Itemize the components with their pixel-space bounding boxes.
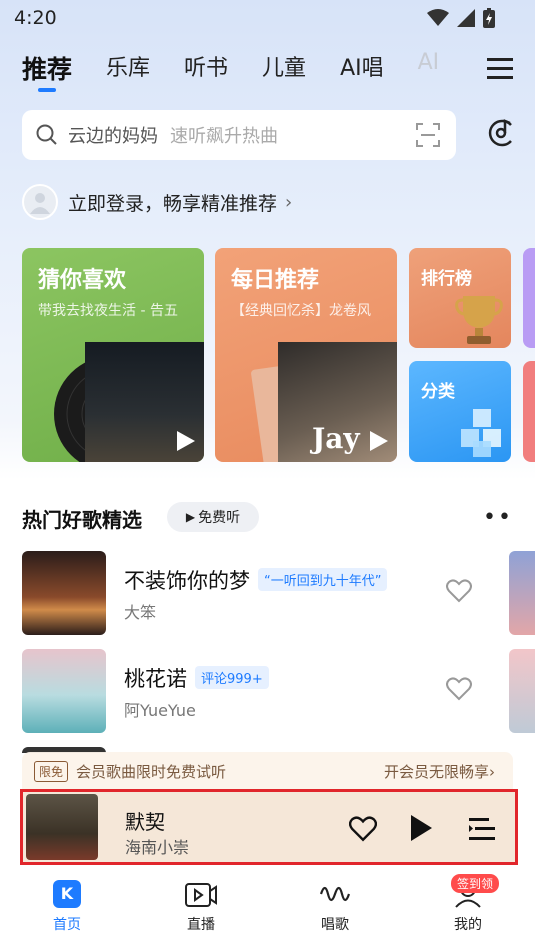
player-song-title: 默契 [125,810,165,834]
trophy-icon [455,296,503,344]
nav-sing[interactable]: 唱歌 [300,878,370,934]
vip-promo-bar[interactable]: 限免 会员歌曲限时免费试听 开会员无限畅享› [22,752,513,790]
heart-icon[interactable] [349,816,377,842]
song-recognition-icon[interactable] [487,118,515,148]
song-tag: 评论999+ [195,666,269,689]
section-title: 热门好歌精选 [22,508,142,532]
card-charts[interactable]: 排行榜 [409,248,511,348]
play-icon[interactable] [370,431,388,451]
tab-ai-more[interactable]: AI [418,50,440,75]
vip-promo-text: 会员歌曲限时免费试听 [76,762,227,781]
play-icon[interactable] [409,814,433,842]
soundwave-icon [300,878,370,910]
card-title: 排行榜 [421,269,472,289]
card-title: 分类 [421,382,455,402]
nav-label: 我的 [454,917,482,933]
song-artist: 大笨 [124,603,157,622]
nav-mine[interactable]: 我的 签到领 [433,874,503,934]
search-hint: 速听飙升热曲 [170,126,278,147]
nav-label: 直播 [187,917,215,933]
nav-live[interactable]: 直播 [166,878,236,934]
playlist-icon[interactable] [469,816,495,842]
card-title: 猜你喜欢 [38,268,127,293]
card-guess-you-like[interactable]: 猜你喜欢 带我去找夜生活 - 告五 [22,248,204,462]
card-subtitle: 【经典回忆杀】龙卷风 [231,303,371,319]
list-item-next-cover[interactable] [509,551,535,635]
song-artist: 阿YueYue [124,701,196,720]
tab-recommend[interactable]: 推荐 [22,50,72,92]
list-item-next-cover[interactable] [509,649,535,733]
list-item[interactable]: 桃花诺 评论999+ 阿YueYue [22,649,492,733]
nav-label: 首页 [53,917,81,933]
album-cover-text: Jay [312,422,360,455]
tab-library[interactable]: 乐库 [106,50,150,82]
more-options-icon[interactable]: •• [483,505,513,530]
heart-icon[interactable] [446,579,472,603]
status-icons [427,8,495,28]
tab-audiobooks[interactable]: 听书 [184,50,228,82]
status-bar: 4:20 [0,0,535,36]
card-more-1[interactable] [523,248,535,348]
chevron-right-icon: › [285,191,293,213]
login-prompt[interactable]: 立即登录，畅享精准推荐 › [22,183,292,221]
free-listen-button[interactable]: ▶ 免费听 [167,502,259,532]
search-query: 云边的妈妈 [68,126,158,147]
tab-kids[interactable]: 儿童 [262,50,306,82]
battery-icon [483,8,495,28]
album-cover [22,649,106,733]
play-small-icon: ▶ [185,510,196,524]
home-icon: K [32,878,102,910]
video-icon [166,878,236,910]
list-item[interactable]: 不装饰你的梦 “一听回到九十年代” 大笨 [22,551,492,635]
wifi-icon [427,9,449,26]
heart-icon[interactable] [446,677,472,701]
menu-icon[interactable] [487,58,513,80]
bottom-nav: K 首页 直播 唱歌 我的 签到领 [0,870,535,951]
nav-label: 唱歌 [321,917,349,933]
checkin-badge[interactable]: 签到领 [450,874,499,893]
mini-player[interactable]: 默契 海南小崇 [20,789,518,865]
avatar [22,184,58,220]
album-cover [22,551,106,635]
limited-free-badge: 限免 [34,760,69,782]
tab-ai-sing[interactable]: AI唱 [340,50,384,82]
user-avatar-icon [30,193,50,214]
card-subtitle: 带我去找夜生活 - 告五 [38,303,178,319]
search-bar[interactable]: 云边的妈妈 速听飙升热曲 [22,110,456,160]
song-title: 桃花诺 评论999+ [124,663,269,693]
card-daily-recommend[interactable]: 每日推荐 【经典回忆杀】龙卷风 Jay [215,248,397,462]
card-title: 每日推荐 [231,268,320,293]
card-more-2[interactable] [523,361,535,462]
cubes-icon [461,409,501,457]
nav-home[interactable]: K 首页 [32,878,102,934]
top-tabs: 推荐 乐库 听书 儿童 AI唱 AI [22,50,473,94]
signal-icon [457,9,475,27]
song-tag: “一听回到九十年代” [258,568,388,591]
scan-icon[interactable] [416,123,440,147]
vip-open-link[interactable]: 开会员无限畅享› [384,761,495,782]
player-album-cover [26,794,98,860]
song-title: 不装饰你的梦 “一听回到九十年代” [124,565,388,595]
login-text: 立即登录，畅享精准推荐 [68,192,278,215]
free-listen-label: 免费听 [198,510,241,526]
search-icon [36,124,57,145]
player-artist: 海南小崇 [125,838,190,857]
card-categories[interactable]: 分类 [409,361,511,462]
play-icon[interactable] [177,431,195,451]
status-time: 4:20 [14,7,57,29]
